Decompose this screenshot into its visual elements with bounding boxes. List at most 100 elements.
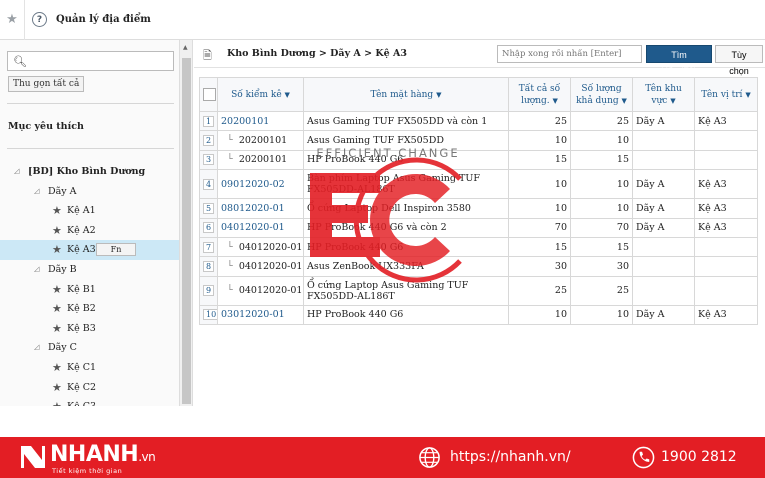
favorite-star-icon[interactable]: ★ <box>52 358 62 378</box>
table-row[interactable]: 10 03012020-01 HP ProBook 440 G6 10 10 Dãy A K… <box>199 304 758 326</box>
scrollbar-thumb[interactable] <box>182 58 191 404</box>
tree-node-shelf[interactable]: ★ Kệ B3 <box>0 319 180 339</box>
sort-down-icon: ▼ <box>284 90 290 99</box>
expand-toggle-icon[interactable]: ◿ <box>34 338 39 358</box>
cell-position-text: Kệ A3 <box>698 178 727 190</box>
tree-node-label: Kệ B1 <box>67 283 96 295</box>
tree-node-label: Kệ A3 <box>67 244 96 256</box>
help-icon[interactable]: ? <box>32 12 47 27</box>
row-number: 1 <box>199 110 218 132</box>
scan-input[interactable] <box>497 45 642 63</box>
scroll-up-icon[interactable]: ▲ <box>183 44 188 51</box>
table-row[interactable]: 1 20200101 Asus Gaming TUF FX505DD và còn … <box>199 110 758 132</box>
cell-available-qty-text: 15 <box>616 241 629 253</box>
tree-node-shelf[interactable]: ★ Kệ C2 <box>0 378 180 398</box>
cell-total-qty: 70 <box>508 217 571 238</box>
row-number: 5 <box>199 198 218 219</box>
expand-toggle-icon[interactable]: ◿ <box>14 162 19 182</box>
cell-total-qty-text: 15 <box>554 154 567 166</box>
cell-available-qty-text: 10 <box>616 309 629 321</box>
collapse-all-button[interactable]: Thu gọn tất cả <box>8 76 85 92</box>
row-number-text: 2 <box>203 135 215 147</box>
tree-node-warehouse[interactable]: ◿ [BD] Kho Bình Dương <box>0 162 180 182</box>
tree-node-label: Kệ C2 <box>67 381 97 393</box>
tree-node-row[interactable]: ◿ Dãy C <box>0 338 180 358</box>
tree-node-shelf[interactable]: ★ Kệ A1 <box>0 201 180 221</box>
column-header-code[interactable]: Số kiểm kê ▼ <box>217 77 304 112</box>
search-button[interactable]: Tìm kiếm(F3) <box>646 45 712 76</box>
favorite-star-icon[interactable]: ★ <box>52 378 62 398</box>
table-row[interactable]: 2 └ 20200101 Asus Gaming TUF FX505DD 10 10 <box>199 130 758 151</box>
cell-item-name: HP ProBook 440 G6 <box>303 304 509 326</box>
row-number-text: 3 <box>203 154 215 166</box>
row-number: 9 <box>199 275 218 306</box>
cell-area-text: Dãy A <box>636 222 665 234</box>
tree-node-label: Kệ B3 <box>67 322 96 334</box>
cell-available-qty: 10 <box>570 198 633 219</box>
tree-node-shelf[interactable]: ★ Kệ C1 <box>0 358 180 378</box>
cell-position: Kệ A3 <box>694 198 758 219</box>
tree-node-shelf[interactable]: ★ Kệ A3 Fn <box>0 240 180 260</box>
favorite-star-icon[interactable]: ★ <box>52 201 62 221</box>
table-row[interactable]: 6 04012020-01 HP ProBook 440 G6 và còn 2 70… <box>199 217 758 238</box>
cell-available-qty-text: 15 <box>616 154 629 166</box>
cell-code[interactable]: 04012020-01 <box>217 217 304 238</box>
cell-total-qty-text: 10 <box>554 202 567 214</box>
hotline-number[interactable]: 1900 2812 <box>661 449 737 465</box>
cell-code[interactable]: 09012020-02 <box>217 169 304 200</box>
favorite-star-icon[interactable]: ★ <box>0 12 24 27</box>
cell-code[interactable]: 20200101 <box>217 110 304 132</box>
column-header-position[interactable]: Tên vị trí ▼ <box>694 77 758 112</box>
cell-item-name-text: HP ProBook 440 G6 <box>307 154 404 166</box>
divider <box>24 0 25 40</box>
favorite-star-icon[interactable]: ★ <box>52 240 62 260</box>
cell-available-qty: 15 <box>570 149 633 171</box>
cell-code-text: 04012020-01 <box>238 261 303 273</box>
cell-item-name-text: Asus ZenBook UX333FA <box>307 261 424 273</box>
column-header-name[interactable]: Tên mặt hàng ▼ <box>303 77 509 112</box>
expand-toggle-icon[interactable]: ◿ <box>34 260 39 280</box>
cell-position: Kệ A3 <box>694 169 758 200</box>
tree-node-shelf[interactable]: ★ Kệ B1 <box>0 280 180 300</box>
cell-code[interactable]: 03012020-01 <box>217 304 304 326</box>
column-header-total[interactable]: Tất cả số lượng. ▼ <box>508 77 571 112</box>
table-row[interactable]: 4 09012020-02 Bàn phím Laptop Asus Gaming … <box>199 169 758 200</box>
row-number: 2 <box>199 130 218 151</box>
favorite-star-icon[interactable]: ★ <box>52 319 62 339</box>
table-row[interactable]: 5 08012020-01 Ổ cứng Laptop Dell Inspiron … <box>199 198 758 219</box>
fn-button[interactable]: Fn <box>96 243 136 257</box>
column-header-area[interactable]: Tên khu vực ▼ <box>632 77 695 112</box>
cell-area-text: Dãy A <box>636 202 665 214</box>
tree-node-shelf[interactable]: ★ Kệ C3 <box>0 397 180 406</box>
tree-node-shelf[interactable]: ★ Kệ B2 <box>0 299 180 319</box>
cell-area <box>632 130 695 151</box>
favorite-star-icon[interactable]: ★ <box>52 299 62 319</box>
cell-position <box>694 236 758 258</box>
options-button[interactable]: Tùy chọn <box>715 45 763 76</box>
cell-total-qty-text: 15 <box>554 241 567 253</box>
tree-node-shelf[interactable]: ★ Kệ A2 <box>0 221 180 241</box>
column-header-available[interactable]: Số lượng khả dụng ▼ <box>570 77 633 112</box>
select-all-checkbox[interactable] <box>203 88 216 101</box>
cell-code[interactable]: 08012020-01 <box>217 198 304 219</box>
tree-search-box[interactable]: 🔍︎ <box>7 51 174 71</box>
tree-node-row[interactable]: ◿ Dãy A <box>0 182 180 202</box>
table-row[interactable]: 8 └ 04012020-01 Asus ZenBook UX333FA 30 30 <box>199 256 758 277</box>
tree-node-row[interactable]: ◿ Dãy B <box>0 260 180 280</box>
select-all-header[interactable] <box>199 77 218 112</box>
cell-item-name: Ổ cứng Laptop Asus Gaming TUF FX505DD-AL… <box>303 275 509 306</box>
favorite-star-icon[interactable]: ★ <box>52 221 62 241</box>
cell-total-qty: 10 <box>508 198 571 219</box>
website-link[interactable]: https://nhanh.vn/ <box>450 449 571 465</box>
table-row[interactable]: 9 └ 04012020-01 Ổ cứng Laptop Asus Gaming… <box>199 275 758 306</box>
cell-position: Kệ A3 <box>694 304 758 326</box>
cell-code: └ 20200101 <box>217 130 304 151</box>
favorite-star-icon[interactable]: ★ <box>52 397 62 406</box>
expand-toggle-icon[interactable]: ◿ <box>34 182 39 202</box>
tree-search-input[interactable] <box>28 54 168 68</box>
left-scrollbar[interactable]: ▲ <box>179 40 192 406</box>
table-row[interactable]: 7 └ 04012020-01 HP ProBook 440 G6 15 15 <box>199 236 758 258</box>
favorite-star-icon[interactable]: ★ <box>52 280 62 300</box>
table-row[interactable]: 3 └ 20200101 HP ProBook 440 G6 15 15 <box>199 149 758 171</box>
cell-total-qty-text: 30 <box>554 261 567 273</box>
